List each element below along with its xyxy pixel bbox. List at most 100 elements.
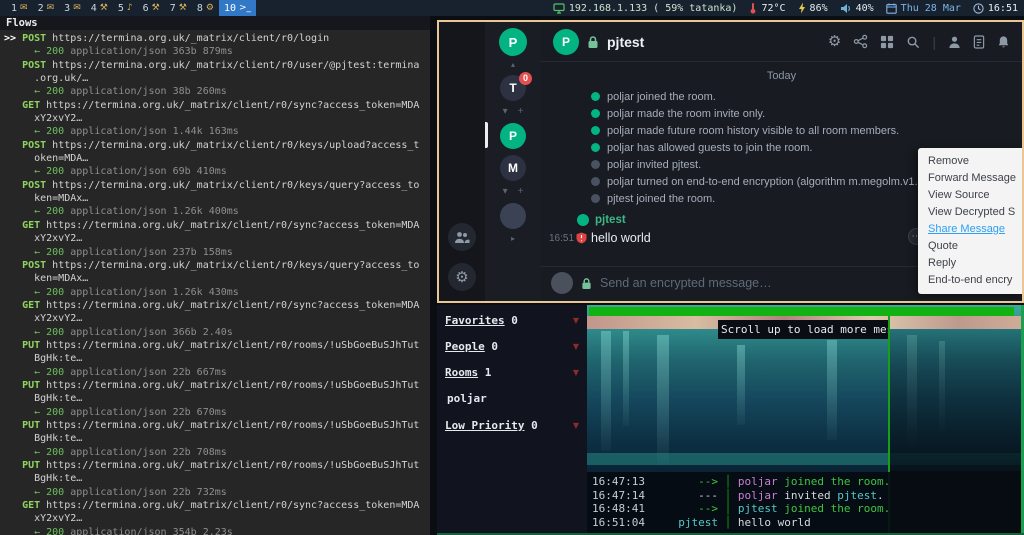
workspace-icon: ✉ <box>20 3 28 13</box>
flow-status-code: ← 200 <box>4 86 64 97</box>
event-text: poljar has allowed guests to join the ro… <box>607 142 812 154</box>
flow-row[interactable]: PUT https://termina.org.uk/_matrix/clien… <box>4 339 430 379</box>
flow-status-code: ← 200 <box>4 407 64 418</box>
lightning-icon <box>798 2 806 14</box>
workspace-label: 6 <box>143 3 149 14</box>
flow-row[interactable]: GET https://termina.org.uk/_matrix/clien… <box>4 299 430 339</box>
user-avatar[interactable]: P <box>499 28 527 56</box>
room-avatar-invite[interactable]: T 0 <box>500 75 526 101</box>
room-avatar[interactable]: P <box>553 29 579 55</box>
flow-response-line: ← 200 application/json 366b 2.40s <box>4 326 430 339</box>
flow-row[interactable]: POST https://termina.org.uk/_matrix/clie… <box>4 179 430 219</box>
files-icon[interactable] <box>973 35 985 49</box>
wallpaper-waterfall <box>657 335 669 465</box>
context-menu-item[interactable]: Share Message <box>918 221 1022 238</box>
flow-row[interactable]: GET https://termina.org.uk/_matrix/clien… <box>4 219 430 259</box>
add-room-icon[interactable]: + <box>518 186 524 198</box>
room-avatar-blank[interactable] <box>500 203 526 229</box>
flow-row[interactable]: >> POST https://termina.org.uk/_matrix/c… <box>4 32 430 59</box>
flow-url: https://termina.org.uk/_matrix/client/r0… <box>46 140 419 151</box>
workspace-item-2[interactable]: 2✉ <box>33 0 60 16</box>
collapse-triangle-icon[interactable]: ▼ <box>573 342 579 351</box>
context-menu-item[interactable]: View Source <box>918 187 1022 204</box>
flow-url: https://termina.org.uk/_matrix/client/r0… <box>40 100 419 111</box>
context-menu-item[interactable]: End-to-end encry <box>918 272 1022 289</box>
buffer-group-label[interactable]: Favorites <box>445 314 505 327</box>
network-icon <box>553 3 565 14</box>
flow-response-line: ← 200 application/json 69b 410ms <box>4 165 430 178</box>
log-background <box>890 471 1024 533</box>
context-menu-item[interactable]: View Decrypted S <box>918 204 1022 221</box>
mitmproxy-window: Flows >> POST https://termina.org.uk/_ma… <box>0 16 430 535</box>
flow-selection-marker <box>4 500 22 511</box>
message-avatar[interactable] <box>577 214 589 226</box>
flow-method: POST <box>22 180 46 191</box>
flow-row[interactable]: POST https://termina.org.uk/_matrix/clie… <box>4 139 430 179</box>
buffer-item[interactable]: poljar <box>447 392 581 405</box>
flow-row[interactable]: PUT https://termina.org.uk/_matrix/clien… <box>4 459 430 499</box>
expand-right-icon[interactable]: ▸ <box>511 234 515 244</box>
settings-button[interactable]: ⚙ <box>448 263 476 291</box>
workspace-icon: ✉ <box>73 3 81 13</box>
flow-response-line: ← 200 application/json 354b 2.23s <box>4 526 430 535</box>
collapse-triangle-icon[interactable]: ▼ <box>573 421 579 430</box>
context-menu-item[interactable]: Reply <box>918 255 1022 272</box>
chevron-down-icon[interactable]: ▾ <box>503 186 508 198</box>
flow-list[interactable]: >> POST https://termina.org.uk/_matrix/c… <box>0 30 430 535</box>
context-menu-item[interactable]: Quote <box>918 238 1022 255</box>
context-menu-item[interactable]: Remove <box>918 153 1022 170</box>
members-icon[interactable] <box>948 35 961 49</box>
composer-lock-icon <box>581 277 592 290</box>
flow-selection-marker <box>4 220 22 231</box>
workspace-label: 8 <box>197 3 203 14</box>
flow-row[interactable]: GET https://termina.org.uk/_matrix/clien… <box>4 99 430 139</box>
chevron-down-icon[interactable]: ▾ <box>503 106 508 118</box>
event-text: pjtest joined the room. <box>607 193 715 205</box>
room-avatar-m[interactable]: M <box>500 155 526 181</box>
flow-url: https://termina.org.uk/_matrix/client/r0… <box>46 33 329 44</box>
log-timestamp: 16:47:14 <box>592 489 646 502</box>
community-panel: ⚙ <box>439 22 485 301</box>
buffer-group-label[interactable]: People <box>445 340 485 353</box>
share-icon[interactable] <box>853 34 868 49</box>
active-room-indicator <box>485 122 488 148</box>
apps-grid-icon[interactable] <box>880 35 894 49</box>
collapse-up-icon[interactable]: ▴ <box>511 60 515 70</box>
buffer-group-label[interactable]: Low Priority <box>445 419 524 432</box>
flow-row[interactable]: PUT https://termina.org.uk/_matrix/clien… <box>4 419 430 459</box>
flow-status-code: ← 200 <box>4 46 64 57</box>
room-avatar-active[interactable]: P <box>500 123 526 149</box>
room-header: P pjtest ⚙ | <box>541 22 1022 62</box>
workspace-item-10[interactable]: 10>_ <box>219 0 256 16</box>
flow-row[interactable]: GET https://termina.org.uk/_matrix/clien… <box>4 499 430 535</box>
log-timestamp: 16:47:13 <box>592 475 646 488</box>
add-room-icon[interactable]: + <box>518 106 524 118</box>
event-avatar <box>591 109 600 118</box>
flow-row[interactable]: POST https://termina.org.uk/_matrix/clie… <box>4 59 430 99</box>
workspace-item-4[interactable]: 4⚒ <box>86 0 113 16</box>
groups-button[interactable] <box>448 223 476 251</box>
search-icon[interactable] <box>906 35 920 49</box>
workspace-icon: ✉ <box>47 3 55 13</box>
volume-icon <box>840 3 852 14</box>
flow-method: POST <box>22 60 46 71</box>
buffer-group-label[interactable]: Rooms <box>445 366 478 379</box>
room-settings-icon[interactable]: ⚙ <box>828 34 841 49</box>
workspace-item-3[interactable]: 3✉ <box>59 0 86 16</box>
collapse-triangle-icon[interactable]: ▼ <box>573 368 579 377</box>
flow-method: PUT <box>22 460 40 471</box>
workspace-item-1[interactable]: 1✉ <box>6 0 33 16</box>
flow-response-meta: application/json 1.26k 400ms <box>64 206 239 217</box>
workspace-item-8[interactable]: 8⚙ <box>192 0 219 16</box>
network-indicator: 192.168.1.133 ( 59% tatanka) <box>553 3 738 14</box>
workspace-item-6[interactable]: 6⚒ <box>138 0 165 16</box>
context-menu-item[interactable]: Forward Message <box>918 170 1022 187</box>
collapse-triangle-icon[interactable]: ▼ <box>573 316 579 325</box>
flow-url-continuation: ken=MDAx… <box>4 273 88 284</box>
workspace-item-5[interactable]: 5♪ <box>113 0 138 16</box>
flow-row[interactable]: POST https://termina.org.uk/_matrix/clie… <box>4 259 430 299</box>
flow-row[interactable]: PUT https://termina.org.uk/_matrix/clien… <box>4 379 430 419</box>
context-menu: RemoveForward MessageView SourceView Dec… <box>918 148 1022 294</box>
notifications-icon[interactable] <box>997 35 1010 49</box>
workspace-item-7[interactable]: 7⚒ <box>165 0 192 16</box>
